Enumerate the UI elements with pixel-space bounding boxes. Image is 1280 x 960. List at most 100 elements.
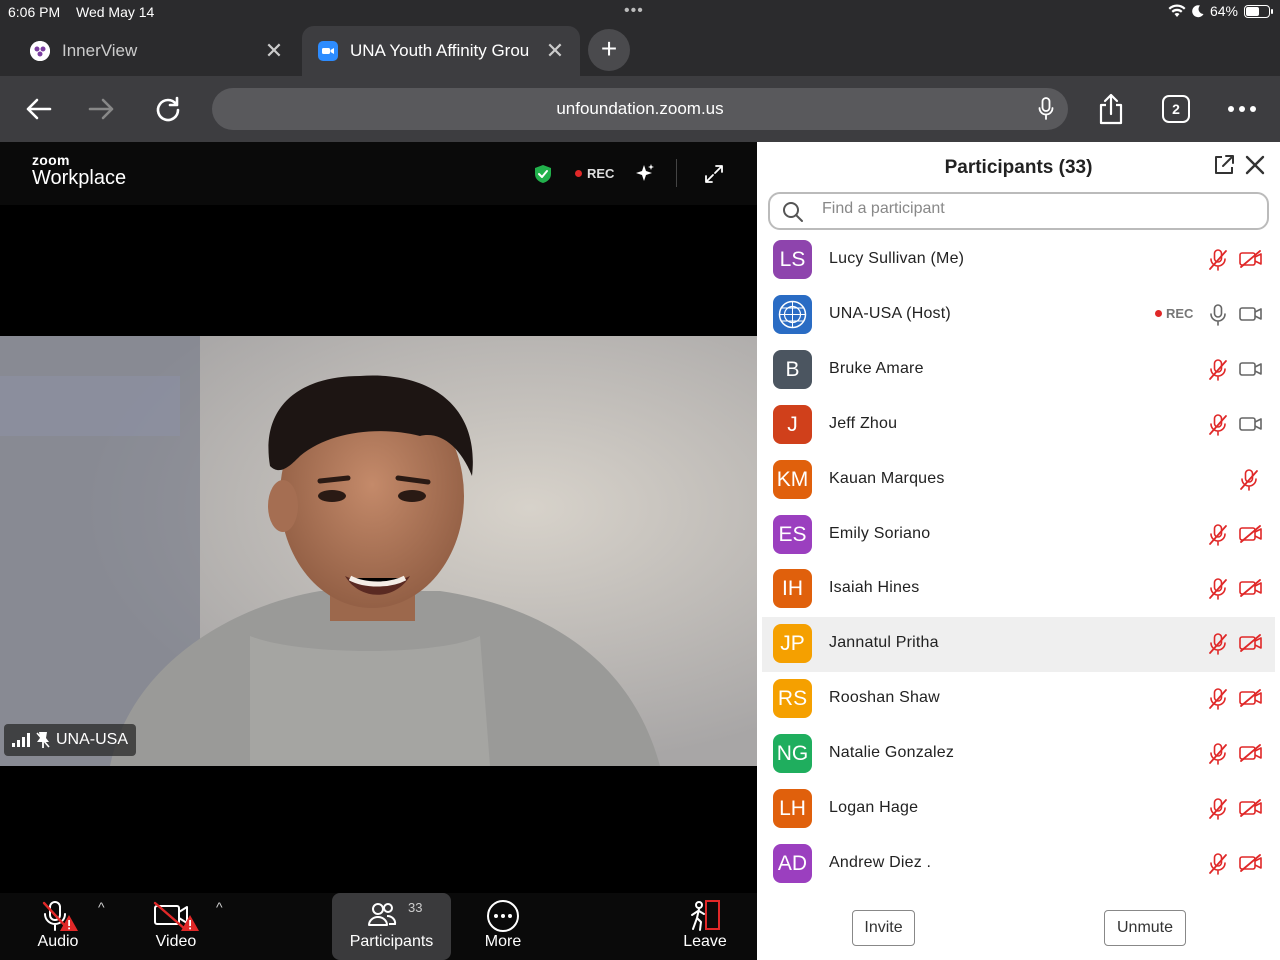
participant-row[interactable]: JP Jannatul Pritha — [762, 617, 1275, 673]
participant-camera-icon[interactable] — [1239, 305, 1263, 328]
new-tab-button[interactable]: + — [588, 29, 630, 71]
participant-mic-muted-icon[interactable] — [1208, 688, 1228, 715]
participant-camera-off-icon[interactable] — [1239, 799, 1263, 822]
innerview-favicon-icon — [30, 41, 50, 61]
participant-mic-muted-icon[interactable] — [1208, 523, 1228, 551]
participant-name: Lucy Sullivan (Me) — [829, 250, 965, 267]
participant-camera-off-icon[interactable] — [1239, 524, 1263, 548]
status-time: 6:06 PM — [8, 4, 61, 20]
tab-una-youth[interactable]: UNA Youth Affinity Grou ✕ — [302, 26, 580, 76]
participant-row[interactable]: AD Andrew Diez . — [762, 837, 1275, 892]
close-panel-icon[interactable] — [1243, 153, 1267, 177]
status-bar: 6:06 PM Wed May 14 ••• 64% — [0, 0, 1280, 24]
invite-button[interactable]: Invite — [852, 910, 915, 946]
tab-title: InnerView — [62, 41, 138, 60]
participant-row[interactable]: B Bruke Amare — [762, 343, 1275, 398]
participant-row[interactable]: ES Emily Soriano — [762, 508, 1275, 563]
participant-camera-off-icon[interactable] — [1239, 250, 1263, 273]
mic-muted-icon — [1209, 578, 1227, 601]
participant-avatar: IH — [773, 569, 812, 609]
participant-name: Kauan Marques — [829, 469, 945, 487]
participant-row[interactable]: LS Lucy Sullivan (Me) — [762, 233, 1275, 288]
back-button[interactable] — [18, 89, 58, 129]
participant-name: Bruke Amare — [829, 359, 924, 377]
participants-panel: Participants (33) LS Lucy Sullivan (Me) UN… — [757, 142, 1280, 960]
participant-row[interactable]: IH Isaiah Hines — [762, 562, 1275, 617]
meeting-header: zoom Workplace REC — [0, 142, 757, 205]
mic-muted-icon — [1209, 413, 1227, 436]
browser-tab-bar: InnerView ✕ UNA Youth Affinity Grou ✕ + — [0, 24, 1280, 76]
mic-muted-icon — [1209, 853, 1227, 875]
microphone-icon[interactable] — [1038, 97, 1054, 121]
video-button[interactable]: Video — [136, 893, 216, 960]
zoom-favicon-icon — [318, 41, 338, 61]
battery-icon — [1244, 4, 1273, 18]
participant-row[interactable]: KM Kauan Marques — [762, 453, 1275, 508]
participant-mic-icon[interactable] — [1208, 304, 1228, 331]
share-button[interactable] — [1091, 89, 1131, 129]
participant-row[interactable]: LH Logan Hage — [762, 782, 1275, 837]
popout-icon[interactable] — [1213, 154, 1235, 176]
participant-mic-muted-icon[interactable] — [1208, 633, 1228, 660]
microphone-icon — [1210, 304, 1226, 326]
mic-muted-warning-icon — [42, 901, 78, 931]
participants-count: 33 — [408, 900, 423, 915]
participant-camera-off-icon[interactable] — [1239, 634, 1263, 657]
mic-muted-icon — [1209, 688, 1227, 710]
camera-icon — [1239, 307, 1262, 321]
rec-label: REC — [1166, 305, 1194, 321]
tab-overview-button[interactable]: 2 — [1156, 89, 1196, 129]
participant-row[interactable]: NG Natalie Gonzalez — [762, 727, 1275, 782]
reload-button[interactable] — [148, 89, 188, 129]
expand-icon[interactable] — [704, 164, 724, 184]
audio-label: Audio — [37, 933, 79, 950]
participant-camera-off-icon[interactable] — [1239, 853, 1263, 877]
close-tab-icon[interactable]: ✕ — [544, 40, 566, 62]
participants-button[interactable]: 33 Participants — [332, 893, 451, 960]
participant-camera-off-icon[interactable] — [1239, 689, 1263, 712]
participant-camera-icon[interactable] — [1239, 360, 1263, 383]
participant-mic-muted-icon[interactable] — [1208, 798, 1228, 825]
leave-button[interactable]: Leave — [672, 893, 738, 960]
mic-muted-icon — [1240, 468, 1258, 491]
participant-mic-muted-icon[interactable] — [1208, 853, 1228, 880]
participant-mic-muted-icon[interactable] — [1208, 413, 1228, 441]
participant-mic-muted-icon[interactable] — [1208, 249, 1228, 276]
participant-mic-muted-icon[interactable] — [1239, 468, 1259, 496]
browser-toolbar: unfoundation.zoom.us 2 — [0, 76, 1280, 142]
tab-innerview[interactable]: InnerView ✕ — [14, 26, 299, 76]
participant-mic-muted-icon[interactable] — [1208, 358, 1228, 386]
pin-icon — [36, 732, 50, 748]
participant-search[interactable] — [768, 192, 1269, 230]
more-menu-button[interactable] — [1222, 89, 1262, 129]
participant-recording-badge: REC — [1155, 306, 1193, 321]
multitask-dots-icon[interactable]: ••• — [624, 2, 644, 20]
sparkle-icon[interactable] — [636, 164, 654, 182]
unmute-button[interactable]: Unmute — [1104, 910, 1186, 946]
status-right: 64% — [1168, 3, 1273, 19]
participant-camera-off-icon[interactable] — [1239, 579, 1263, 602]
recording-indicator[interactable]: REC — [575, 166, 614, 181]
participant-avatar: NG — [773, 734, 812, 774]
participant-row[interactable]: UNA-USA (Host) REC — [762, 288, 1275, 343]
header-divider — [676, 159, 677, 187]
forward-button[interactable] — [82, 89, 122, 129]
participant-avatar: J — [773, 404, 812, 444]
address-bar[interactable]: unfoundation.zoom.us — [212, 88, 1068, 130]
participant-mic-muted-icon[interactable] — [1208, 743, 1228, 770]
participant-row[interactable]: J Jeff Zhou — [762, 398, 1275, 453]
participant-name: Emily Soriano — [829, 524, 931, 542]
speaker-video[interactable]: UNA-USA — [0, 336, 757, 766]
participant-row[interactable]: RS Rooshan Shaw — [762, 672, 1275, 727]
video-options-caret-icon[interactable]: ^ — [216, 899, 223, 915]
audio-button[interactable]: Audio — [18, 893, 98, 960]
mic-muted-icon — [1209, 249, 1227, 271]
participant-mic-muted-icon[interactable] — [1208, 578, 1228, 605]
audio-options-caret-icon[interactable]: ^ — [98, 899, 105, 915]
more-button[interactable]: More — [470, 893, 536, 960]
participant-camera-icon[interactable] — [1239, 415, 1263, 438]
close-tab-icon[interactable]: ✕ — [263, 40, 285, 62]
shield-check-icon[interactable] — [534, 164, 552, 184]
participant-search-input[interactable] — [822, 200, 1242, 218]
participant-camera-off-icon[interactable] — [1239, 744, 1263, 767]
